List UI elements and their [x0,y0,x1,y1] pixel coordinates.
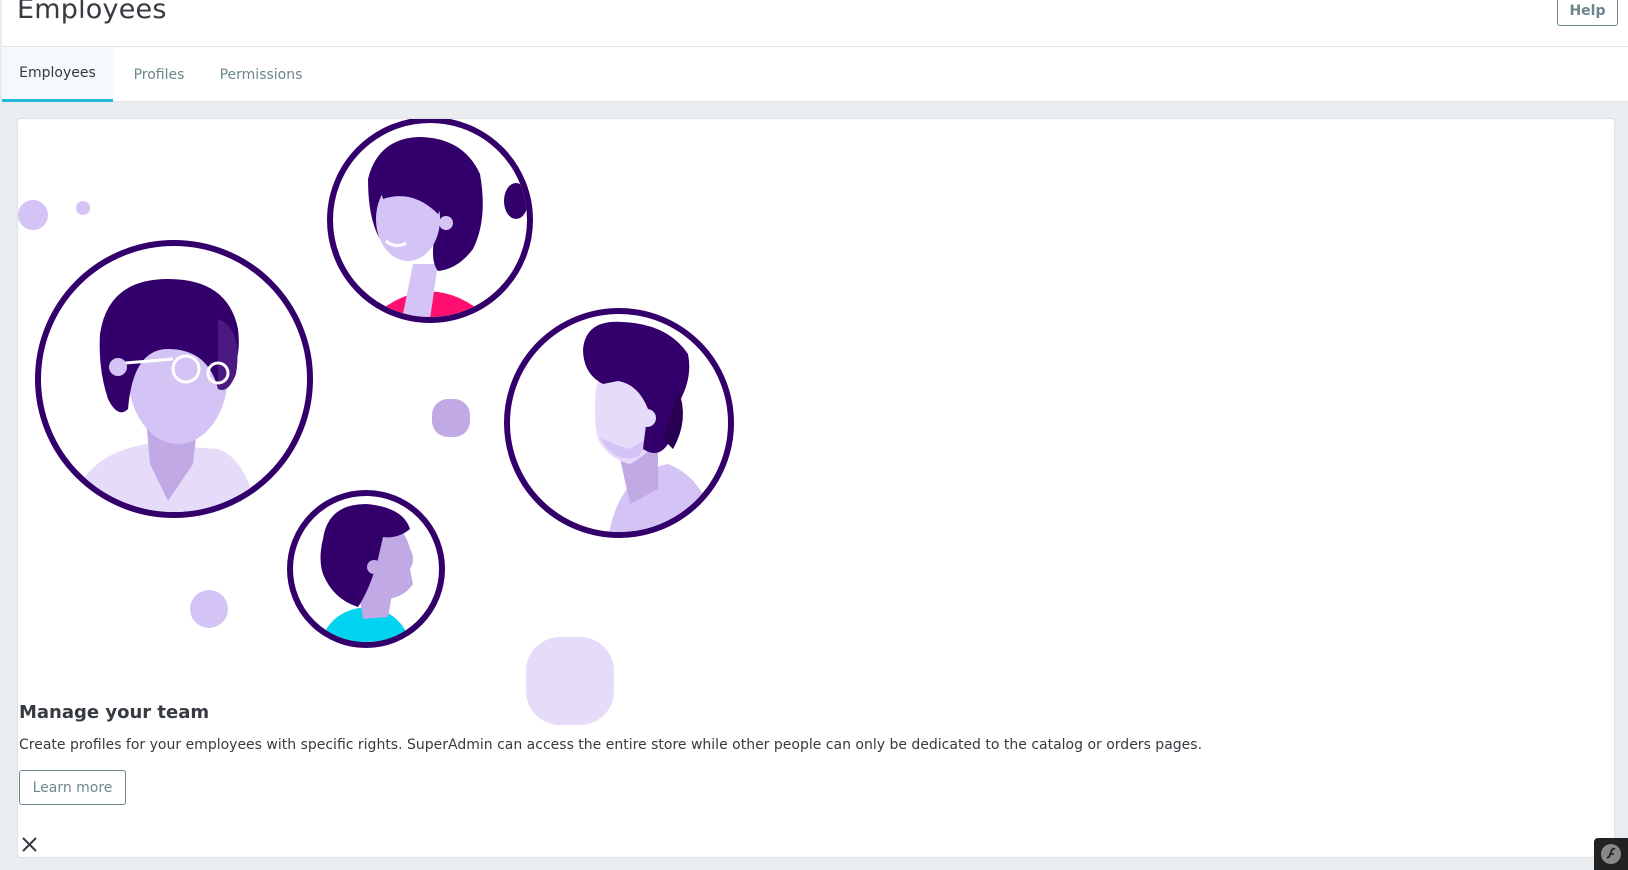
young-man-avatar-icon [287,490,445,648]
close-icon[interactable] [21,836,38,853]
symfony-logo-icon [1601,844,1621,864]
card-description: Create profiles for your employees with … [19,737,1203,753]
tab-permissions[interactable]: Permissions [205,47,317,102]
page-title: Employees [17,0,167,25]
learn-more-button[interactable]: Learn more [19,770,126,805]
onboarding-card: Manage your team Create profiles for you… [17,118,1615,858]
card-title: Manage your team [19,702,210,723]
page-header: Employees Help [2,0,1628,47]
team-illustration [18,119,734,725]
woman-avatar-icon [327,119,533,323]
tab-bar: Employees Profiles Permissions [2,47,1628,102]
bearded-man-avatar-icon [504,308,734,538]
tab-profiles[interactable]: Profiles [113,47,205,102]
tab-employees[interactable]: Employees [2,47,113,102]
symfony-icon[interactable] [1594,838,1628,870]
help-button[interactable]: Help [1557,0,1618,26]
man-glasses-avatar-icon [35,240,313,518]
